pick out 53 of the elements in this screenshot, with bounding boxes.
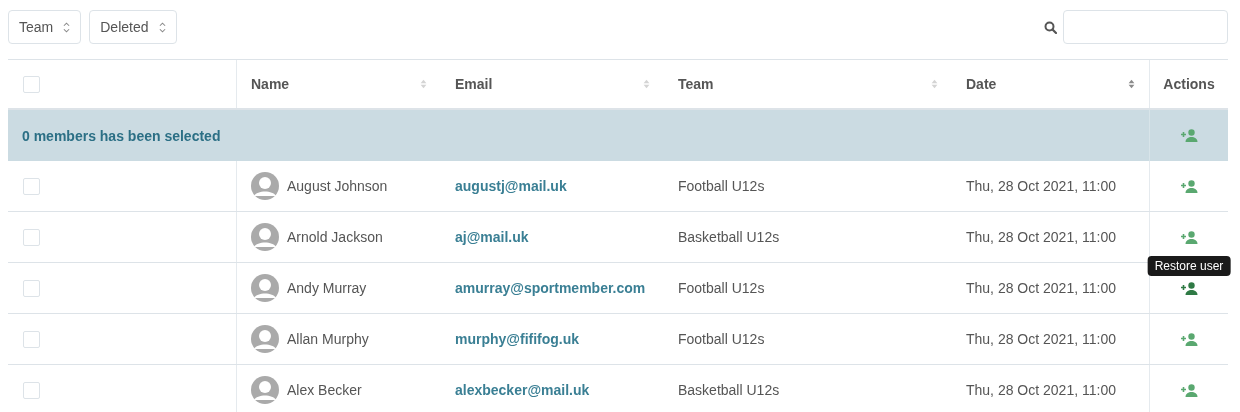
checkbox[interactable]	[23, 381, 40, 399]
table-cell: August Johnson	[287, 178, 388, 194]
table-cell: Thu, 28 Oct 2021, 11:00	[966, 382, 1116, 398]
add-user-icon[interactable]	[1180, 332, 1198, 346]
sort-icon[interactable]	[931, 79, 938, 89]
table-cell: Basketball U12s	[678, 229, 780, 245]
table-cell: Alex Becker	[287, 382, 362, 398]
table-cell: Thu, 28 Oct 2021, 11:00	[966, 178, 1116, 194]
sort-icon[interactable]	[643, 79, 650, 89]
avatar-icon	[251, 172, 279, 200]
checkbox[interactable]	[23, 177, 40, 195]
checkbox[interactable]	[23, 75, 40, 93]
selection-count-text: 0 members has been selected	[21, 127, 222, 144]
email-link[interactable]: alexbecker@mail.uk	[455, 382, 590, 398]
column-header: Actions	[1163, 76, 1215, 92]
table-cell: Football U12s	[678, 280, 765, 296]
table-cell: Football U12s	[678, 331, 765, 347]
email-link[interactable]: murphy@fififog.uk	[455, 331, 580, 347]
table-cell: Allan Murphy	[287, 331, 369, 347]
column-header[interactable]: Name	[251, 76, 290, 92]
avatar-icon	[251, 325, 279, 353]
avatar-icon	[251, 223, 279, 251]
table-cell: Thu, 28 Oct 2021, 11:00	[966, 280, 1116, 296]
table-cell: Arnold Jackson	[287, 229, 383, 245]
table-cell: Thu, 28 Oct 2021, 11:00	[966, 331, 1116, 347]
checkbox[interactable]	[23, 279, 40, 297]
checkbox[interactable]	[23, 228, 40, 246]
add-user-icon[interactable]	[1180, 383, 1198, 397]
chevron-icon	[63, 21, 71, 33]
column-header[interactable]: Date	[966, 76, 997, 92]
column-header[interactable]: Email	[455, 76, 493, 92]
add-user-icon[interactable]	[1180, 230, 1198, 244]
avatar-icon	[251, 376, 279, 404]
add-user-icon[interactable]	[1180, 179, 1198, 193]
table-cell: Andy Murray	[287, 280, 367, 296]
email-link[interactable]: aj@mail.uk	[455, 229, 529, 245]
email-link[interactable]: amurray@sportmember.com	[455, 280, 646, 296]
table-cell: Basketball U12s	[678, 382, 780, 398]
email-link[interactable]: augustj@mail.uk	[455, 178, 567, 194]
tooltip: Restore user	[1147, 256, 1231, 276]
add-user-icon[interactable]	[1180, 281, 1198, 295]
avatar-icon	[251, 274, 279, 302]
checkbox[interactable]	[23, 330, 40, 348]
sort-icon[interactable]	[420, 79, 427, 89]
search-icon	[1044, 20, 1057, 34]
sort-icon[interactable]	[1128, 79, 1135, 89]
table-cell: Thu, 28 Oct 2021, 11:00	[966, 229, 1116, 245]
chevron-icon	[158, 21, 166, 33]
table-cell: Football U12s	[678, 178, 765, 194]
filter-select[interactable]: Deleted	[89, 10, 177, 44]
search-field[interactable]	[1063, 10, 1228, 44]
filter-select[interactable]: Team	[8, 10, 82, 44]
column-header[interactable]: Team	[678, 76, 714, 92]
